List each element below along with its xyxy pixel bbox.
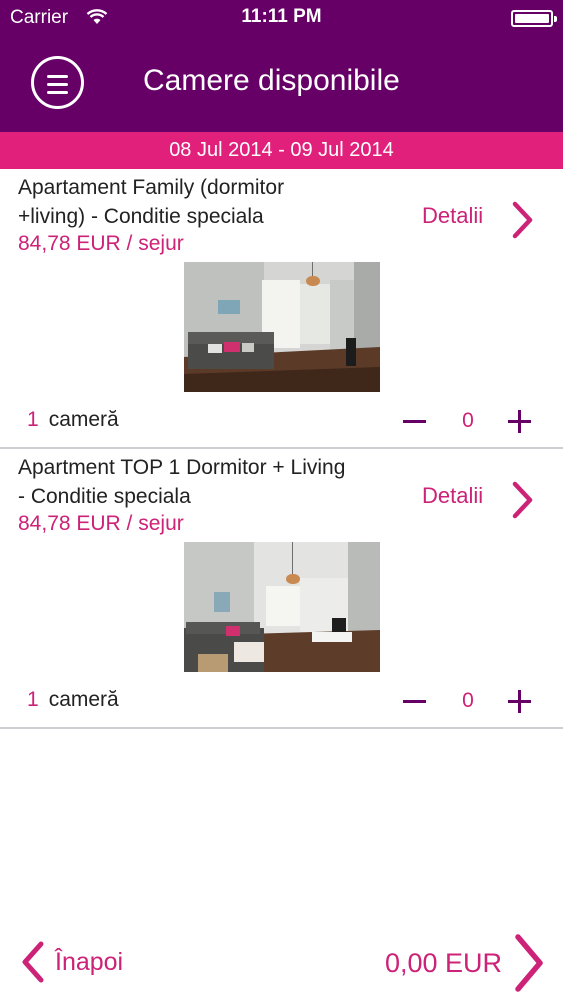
chevron-left-icon — [22, 941, 44, 983]
room-name: Apartament Family (dormitor +living) - C… — [18, 176, 285, 228]
room-photo[interactable] — [184, 262, 380, 392]
room-count: 1 — [27, 688, 39, 711]
quantity-value: 0 — [462, 689, 474, 712]
back-label: Înapoi — [55, 948, 124, 976]
menu-button[interactable] — [31, 56, 84, 109]
clock: 11:11 PM — [241, 6, 322, 27]
room-count-label: 1 cameră — [27, 408, 119, 432]
room-name: Apartment TOP 1 Dormitor + Living - Cond… — [18, 456, 346, 508]
hamburger-menu-icon — [47, 75, 68, 78]
chevron-right-icon — [512, 481, 533, 519]
chevron-right-icon — [512, 201, 533, 239]
decrease-quantity-button[interactable] — [398, 685, 432, 719]
room-card: Apartament Family (dormitor +living) - C… — [0, 169, 563, 449]
date-range-bar: 08 Jul 2014 - 09 Jul 2014 — [0, 132, 563, 169]
details-label: Detalii — [422, 203, 484, 228]
room-price: 84,78 EUR / sejur — [18, 512, 184, 535]
total-price: 0,00 EUR — [384, 948, 502, 978]
room-unit: cameră — [48, 408, 119, 431]
decrease-quantity-button[interactable] — [398, 405, 432, 439]
increase-quantity-button[interactable] — [503, 685, 537, 719]
room-count-label: 1 cameră — [27, 688, 119, 712]
room-unit: cameră — [48, 688, 119, 711]
room-card: Apartment TOP 1 Dormitor + Living - Cond… — [0, 449, 563, 729]
battery-icon — [511, 10, 557, 27]
details-link[interactable]: Detalii — [422, 200, 542, 240]
quantity-value: 0 — [462, 409, 474, 432]
page-title: Camere disponibile — [143, 64, 400, 97]
details-link[interactable]: Detalii — [422, 480, 542, 520]
chevron-right-icon — [515, 934, 543, 992]
room-count: 1 — [27, 408, 39, 431]
status-bar: Carrier 11:11 PM — [0, 0, 563, 36]
back-button[interactable]: Înapoi — [20, 936, 150, 988]
next-button[interactable] — [509, 932, 549, 994]
room-photo[interactable] — [184, 542, 380, 672]
app-header: Carrier 11:11 PM Camere disponibile — [0, 0, 563, 132]
increase-quantity-button[interactable] — [503, 405, 537, 439]
details-label: Detalii — [422, 483, 484, 508]
room-price: 84,78 EUR / sejur — [18, 232, 184, 255]
